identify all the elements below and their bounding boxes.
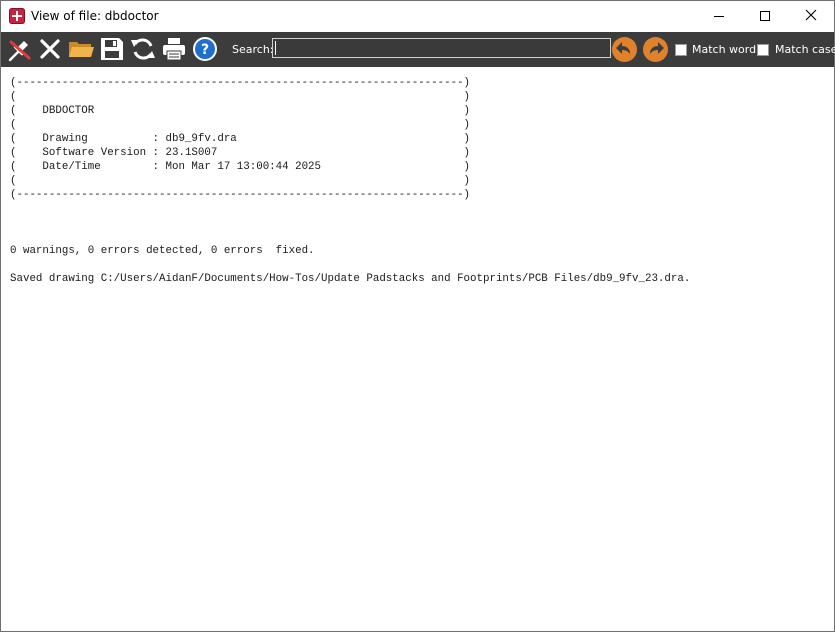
log-line: Saved drawing C:/Users/AidanF/Documents/… [10,273,691,285]
folder-icon [69,42,94,57]
log-text: (---------------------------------------… [10,76,690,286]
file-viewer-window: View of file: dbdoctor ? Search: Match w… [0,0,835,632]
floppy-disk-icon [101,38,123,60]
find-previous-button[interactable] [612,37,637,62]
printer-icon [163,38,185,61]
close-window-button[interactable] [788,1,834,31]
pin-button[interactable] [6,35,34,63]
match-word-label[interactable]: Match word [692,43,756,56]
maximize-icon [760,11,770,21]
save-button[interactable] [98,35,126,63]
refresh-icon [131,38,155,60]
log-line: ( Software Version : 23.1S007 ) [10,147,471,159]
log-line: ( ) [10,175,471,187]
arrow-left-icon [616,42,630,54]
pin-icon [8,40,31,62]
log-line: (---------------------------------------… [10,77,471,89]
close-file-button[interactable] [36,35,64,63]
help-button[interactable]: ? [191,35,219,63]
match-case-label[interactable]: Match case [775,43,835,56]
log-line: ( Date/Time : Mon Mar 17 13:00:44 2025 ) [10,161,471,173]
log-line: ( Drawing : db9_9fv.dra ) [10,133,471,145]
log-line: (---------------------------------------… [10,189,471,201]
open-button[interactable] [67,35,95,63]
help-icon: ? [193,37,217,61]
title-bar[interactable]: View of file: dbdoctor [1,1,834,31]
log-line: ( ) [10,119,471,131]
find-next-button[interactable] [643,37,668,62]
text-cursor [275,41,276,55]
svg-text:?: ? [201,42,209,58]
print-button[interactable] [160,35,188,63]
log-line: 0 warnings, 0 errors detected, 0 errors … [10,245,315,257]
search-label: Search: [232,43,274,56]
window-title: View of file: dbdoctor [31,9,159,23]
file-content-area[interactable]: (---------------------------------------… [1,67,834,631]
x-icon [40,39,60,59]
app-logo-icon [9,8,25,24]
maximize-button[interactable] [742,1,788,31]
refresh-button[interactable] [129,35,157,63]
arrow-right-icon [650,42,664,54]
log-line: ( ) [10,91,471,103]
minimize-button[interactable] [696,1,742,31]
match-word-checkbox[interactable] [675,44,687,56]
close-icon [805,9,817,21]
search-input[interactable] [272,38,611,58]
minimize-icon [714,16,724,17]
match-case-checkbox[interactable] [757,44,769,56]
toolbar: ? Search: Match word Match case [1,32,835,67]
log-line: ( DBDOCTOR ) [10,105,471,117]
